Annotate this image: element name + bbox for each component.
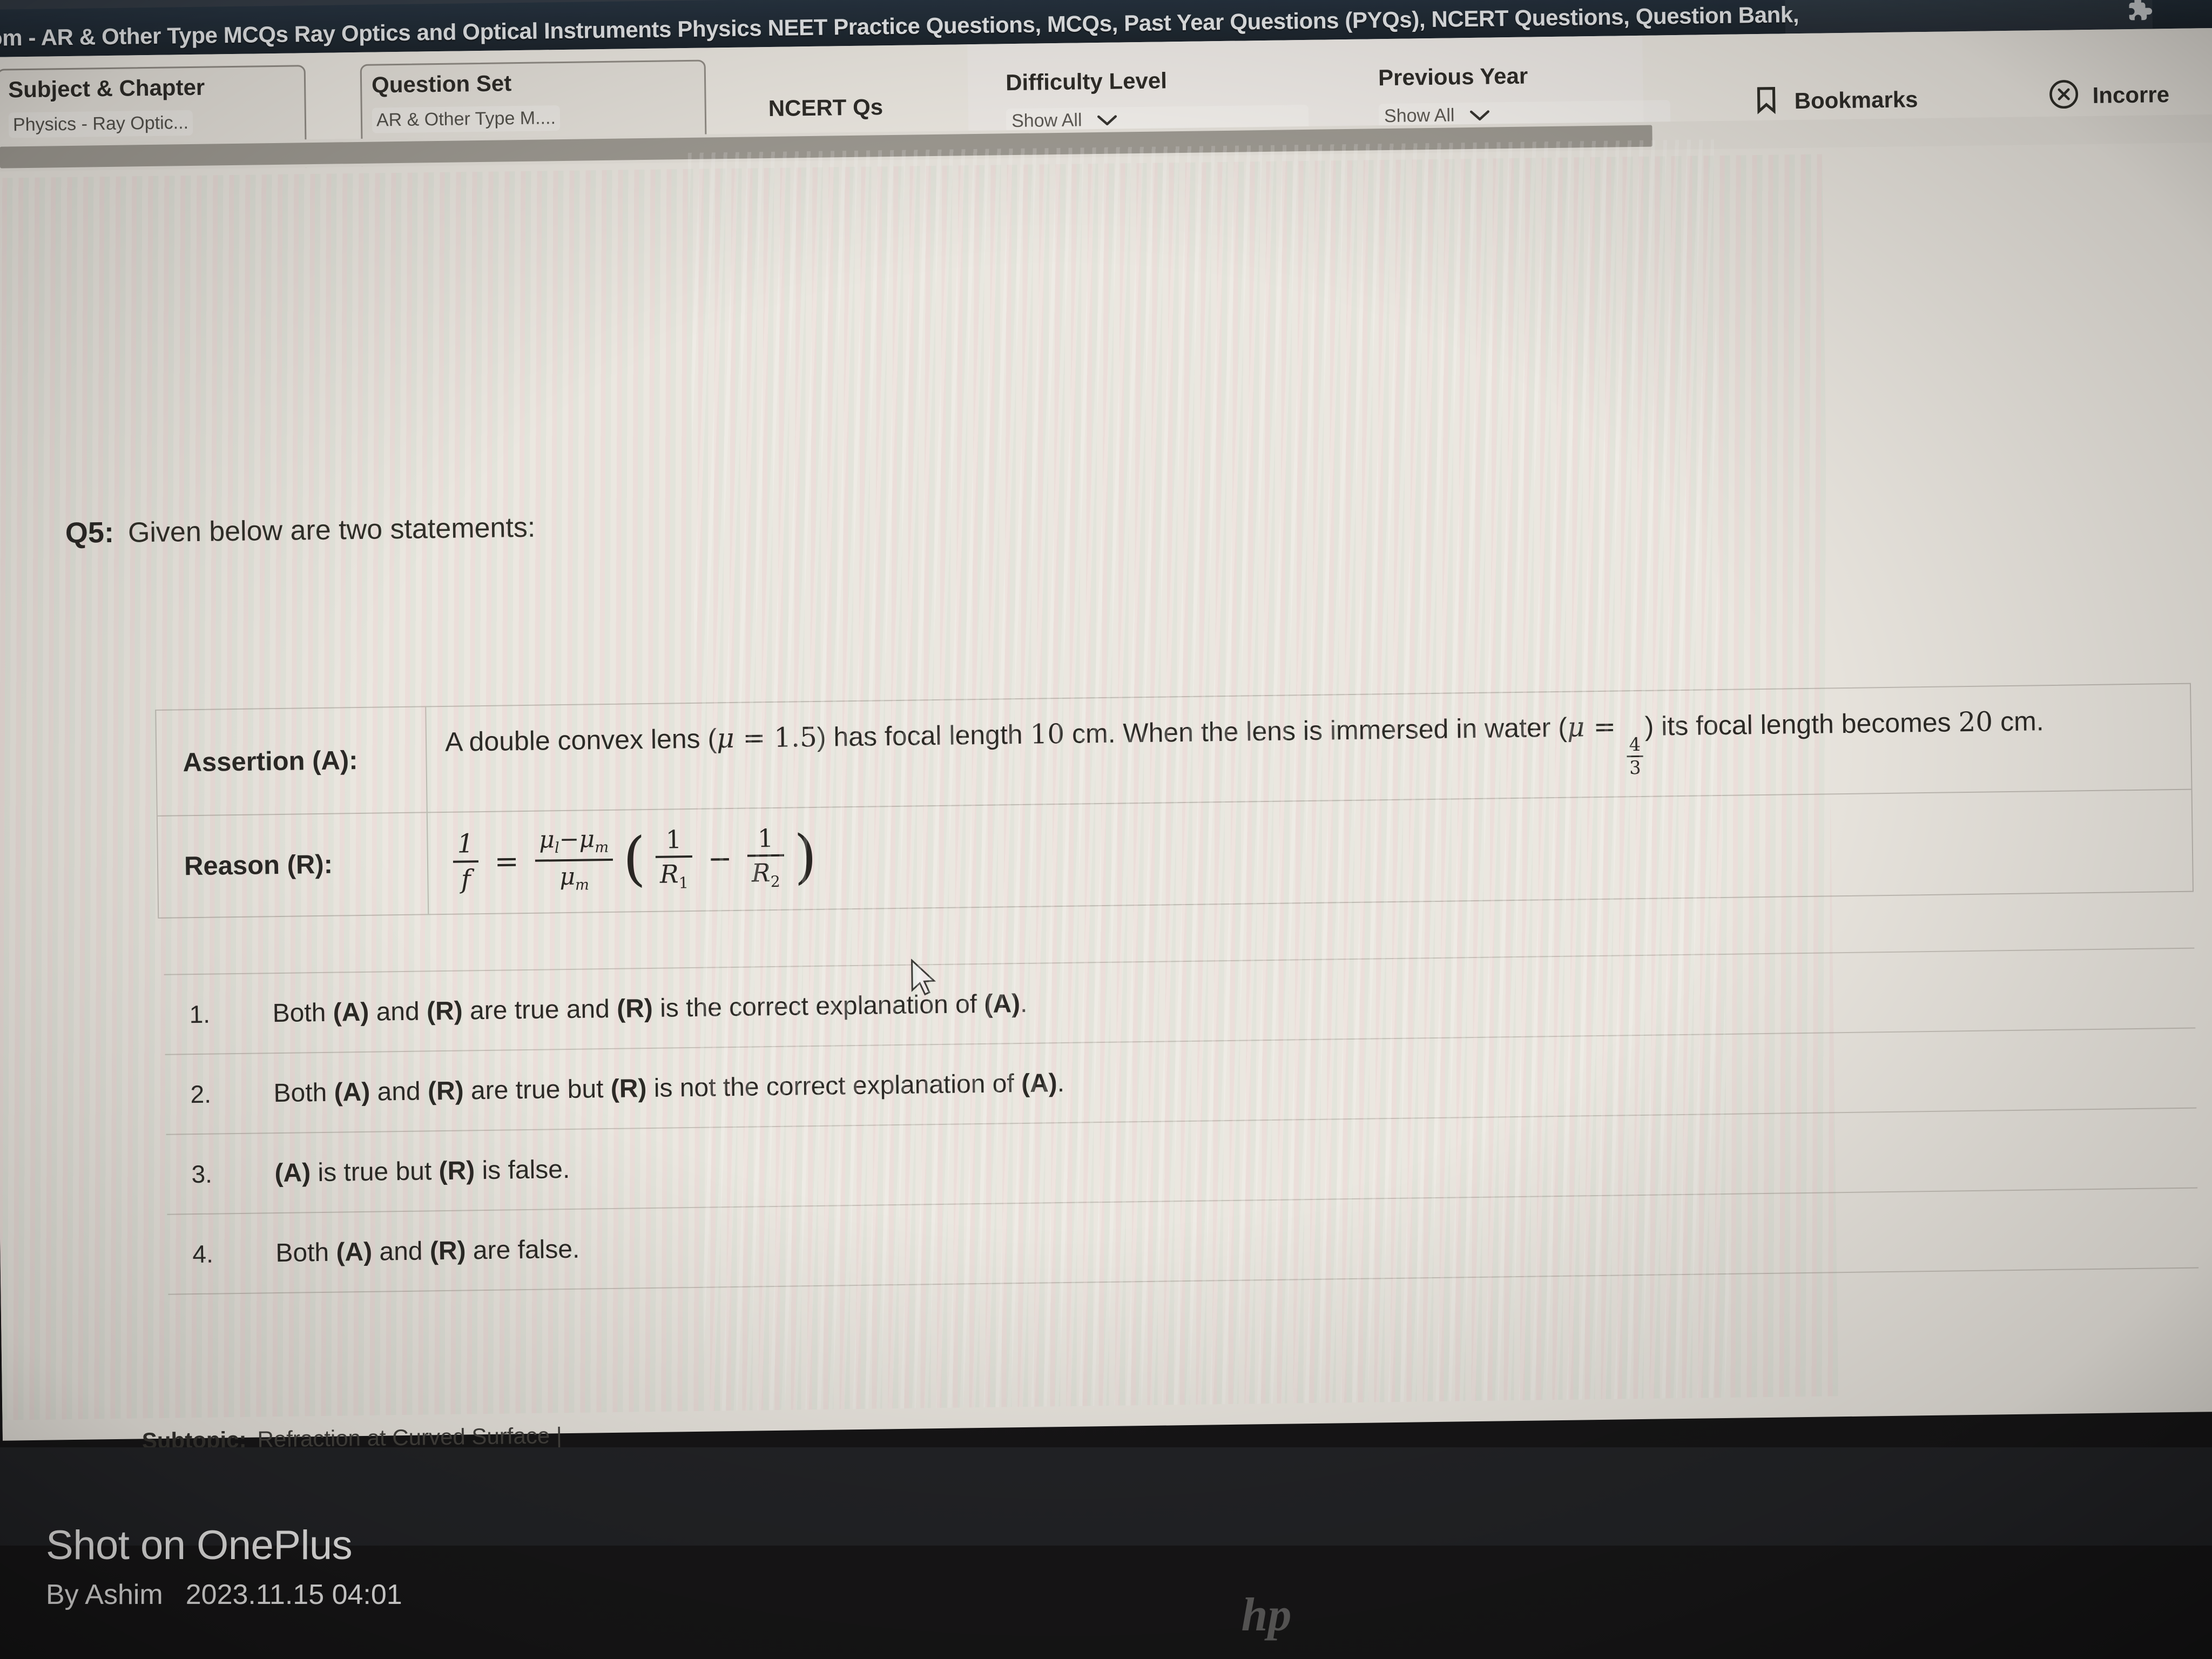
rhs-minus: − [559, 825, 579, 854]
chevron-down-icon [1468, 108, 1491, 123]
rhs-mu-l: μ [538, 826, 555, 854]
assertion-value-2: 10 [1030, 718, 1065, 750]
watermark-author: By Ashim [46, 1579, 163, 1610]
term2-R: R [751, 858, 771, 888]
previous-year-filter[interactable]: Previous Year Show All [1378, 61, 1671, 130]
bookmarks-label: Bookmarks [1794, 86, 1918, 113]
assertion-value-1: 1.5 [773, 721, 818, 753]
previous-year-value: Show All [1384, 105, 1455, 127]
assertion-text-part1: A double convex lens ( [444, 723, 717, 757]
difficulty-level-label: Difficulty Level [1005, 68, 1168, 96]
reason-label: Reason (R): [184, 849, 333, 881]
formula-lhs-fraction: 1 f [453, 828, 478, 895]
rhs-mu-m-sub: m [595, 839, 609, 856]
incorrect-label: Incorre [2092, 81, 2170, 108]
assertion-text-part2: ) has focal length [817, 719, 1030, 752]
option-text: (A) is true but (R) is false. [274, 1155, 570, 1188]
question-set-value: AR & Other Type M.... [372, 105, 561, 133]
term1-R: R [659, 859, 679, 889]
question-content: Q5: Given below are two statements: Asse… [0, 142, 2212, 1453]
option-number: 4. [192, 1239, 214, 1269]
question-number: Q5: [65, 516, 114, 550]
assertion-text-part3: cm. When the lens is immersed in water ( [1064, 712, 1568, 749]
ncert-qs-label: NCERT Qs [768, 94, 884, 121]
term2-numerator: 1 [757, 824, 774, 853]
term2-R-sub: 2 [770, 873, 781, 891]
question-prompt: Given below are two statements: [127, 511, 536, 549]
rhs-fraction-bar [535, 859, 613, 862]
rhs-den-mu: μ [559, 863, 576, 891]
term1-fraction: 1 R1 [655, 825, 693, 892]
bookmark-icon [1751, 82, 1782, 120]
rhs-den-mu-sub: m [575, 876, 590, 894]
fraction-denominator: 3 [1629, 757, 1641, 779]
previous-year-label: Previous Year [1378, 63, 1528, 91]
option-number: 1. [189, 1000, 211, 1029]
assertion-fraction-4-3: 43 [1627, 733, 1643, 779]
term2-fraction: 1 R2 [747, 824, 785, 891]
chevron-down-icon [1096, 113, 1118, 127]
watermark-timestamp: 2023.11.15 04:01 [185, 1579, 402, 1610]
watermark-line-2: By Ashim 2023.11.15 04:01 [46, 1579, 402, 1611]
rhs-mu-m: μ [579, 825, 595, 853]
term1-denominator: R1 [656, 859, 693, 892]
formula-equals: = [494, 844, 520, 879]
assertion-text-part4: ) its focal length becomes [1644, 707, 1959, 741]
web-page: Subject & Chapter Physics - Ray Optic...… [0, 28, 2212, 1453]
photo-watermark: Shot on OnePlus By Ashim 2023.11.15 04:0… [46, 1522, 402, 1611]
open-paren: ( [622, 825, 646, 894]
puzzle-piece-icon[interactable] [2122, 0, 2157, 27]
rhs-denominator: μm [555, 863, 594, 894]
assertion-label: Assertion (A): [183, 745, 358, 778]
rhs-numerator: μl−μm [535, 825, 613, 857]
assertion-mu-1: μ [716, 722, 735, 754]
term2-denominator: R2 [747, 858, 785, 891]
fraction-numerator: 4 [1629, 733, 1641, 756]
assertion-label-cell: Assertion (A): [156, 707, 428, 815]
option-number: 3. [191, 1159, 213, 1189]
option-text: Both (A) and (R) are true but (R) is not… [273, 1068, 1065, 1108]
difficulty-level-value: Show All [1011, 110, 1082, 132]
term2-fraction-bar [747, 854, 785, 857]
formula-rhs-fraction: μl−μm μm [535, 825, 613, 894]
bookmarks-button[interactable]: Bookmarks [1751, 80, 1918, 120]
option-text: Both (A) and (R) are false. [275, 1235, 580, 1267]
statements-table: Assertion (A): A double convex lens (μ =… [155, 683, 2194, 919]
lhs-numerator: 1 [457, 828, 474, 859]
lhs-denominator: f [461, 864, 471, 895]
watermark-line-1: Shot on OnePlus [46, 1522, 353, 1568]
laptop-screen: om - AR & Other Type MCQs Ray Optics and… [0, 0, 2212, 1458]
formula-minus-operator: − [707, 841, 733, 876]
photograph-of-laptop-screen: om - AR & Other Type MCQs Ray Optics and… [0, 0, 2212, 1659]
circle-x-icon [2048, 78, 2080, 113]
reason-formula: 1 f = μl−μm μm (1 R1 − 1 R2) [446, 806, 2174, 895]
assertion-eq-2: = [1584, 711, 1625, 743]
term1-R-sub: 1 [678, 874, 689, 892]
assertion-text: A double convex lens (μ = 1.5) has focal… [445, 700, 2173, 793]
assertion-text-part5: cm. [1992, 706, 2044, 737]
lhs-fraction-bar [453, 860, 478, 864]
assertion-body-cell: A double convex lens (μ = 1.5) has focal… [426, 684, 2191, 812]
reason-label-cell: Reason (R): [157, 813, 429, 918]
assertion-eq-1: = [734, 721, 774, 754]
subject-chapter-label: Subject & Chapter [8, 74, 205, 103]
question-heading: Q5: Given below are two statements: [65, 510, 536, 550]
mouse-cursor-icon [909, 958, 940, 999]
assertion-value-3: 20 [1958, 706, 1993, 738]
hp-logo: hp [1241, 1589, 1292, 1641]
term1-fraction-bar [655, 855, 693, 859]
incorrect-button[interactable]: Incorre [2048, 77, 2169, 113]
ncert-qs-filter[interactable]: NCERT Qs [768, 94, 883, 122]
close-paren: ) [793, 823, 818, 891]
assertion-mu-2: μ [1567, 711, 1585, 743]
subject-chapter-value: Physics - Ray Optic... [8, 110, 193, 138]
difficulty-level-filter[interactable]: Difficulty Level Show All [1006, 66, 1309, 134]
option-number: 2. [190, 1080, 212, 1109]
term1-numerator: 1 [665, 825, 682, 854]
question-set-label: Question Set [371, 70, 512, 98]
options-table: 1. Both (A) and (R) are true and (R) is … [164, 947, 2199, 1295]
